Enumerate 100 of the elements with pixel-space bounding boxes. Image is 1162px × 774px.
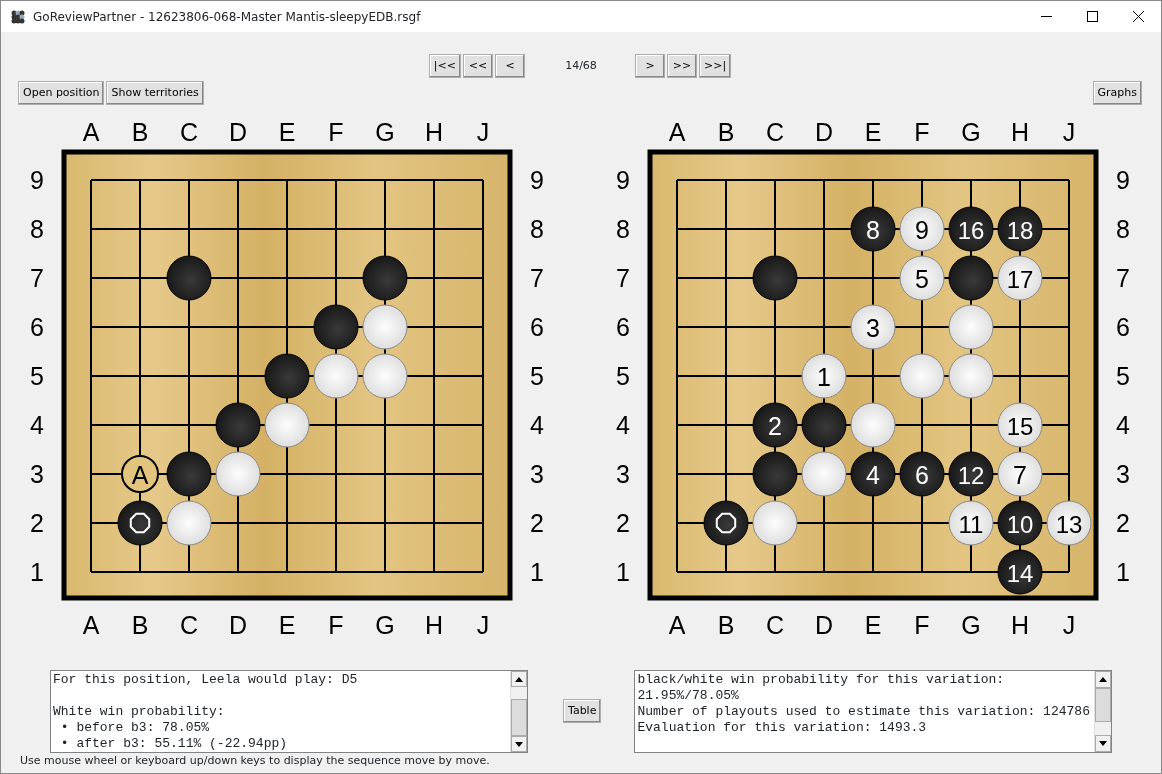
toolbar-button[interactable]: Show territories: [106, 81, 204, 105]
go-stone: [997, 402, 1043, 448]
app-icon: [11, 9, 25, 24]
nav-button[interactable]: >>: [667, 54, 697, 78]
go-stone: [899, 451, 945, 497]
column-label: D: [228, 611, 248, 639]
text-box[interactable]: black/white win probability for this variation: 21.95%/78.05% Number of playouts used to estimate this variation: 124786 Evaluation for this variation: 1493.3: [634, 670, 1113, 753]
row-label: 7: [616, 264, 630, 292]
go-stone: [948, 304, 994, 350]
column-label: H: [424, 118, 444, 146]
move-number: 13: [1055, 510, 1083, 538]
column-label: J: [476, 611, 490, 639]
row-label: 8: [30, 215, 44, 243]
go-stone: [117, 500, 163, 546]
move-number: 1: [817, 363, 831, 391]
go-stone: [752, 451, 798, 497]
row-label: 9: [530, 166, 544, 194]
move-number: 2: [768, 412, 782, 440]
row-label: 6: [30, 313, 44, 341]
column-label: F: [328, 611, 344, 639]
window-title: GoReviewPartner - 12623806-068-Master Mantis-sleepyEDB.rsgf: [33, 8, 421, 26]
nav-button[interactable]: |<<: [428, 54, 461, 78]
marker-label: A: [131, 461, 149, 489]
nav-button[interactable]: <: [495, 54, 525, 78]
column-label: F: [914, 611, 930, 639]
row-label: 9: [616, 166, 630, 194]
column-label: H: [1010, 118, 1030, 146]
row-label: 6: [530, 313, 544, 341]
move-number: 14: [1006, 559, 1034, 587]
go-stone: [948, 451, 994, 497]
column-label: J: [1062, 118, 1076, 146]
go-stone: [899, 206, 945, 252]
go-stone: [313, 304, 359, 350]
column-label: J: [1062, 611, 1076, 639]
go-stone: [997, 206, 1043, 252]
toolbar-button[interactable]: Open position: [18, 81, 105, 105]
move-number: 8: [866, 216, 880, 244]
scrollbar-thumb[interactable]: [511, 699, 527, 736]
row-label: 4: [30, 411, 44, 439]
nav-button[interactable]: >>|: [699, 54, 732, 78]
move-number: 11: [958, 510, 984, 538]
go-stone: [215, 451, 261, 497]
go-stone: [850, 402, 896, 448]
row-label: 1: [616, 558, 630, 586]
nav-button[interactable]: >: [635, 54, 665, 78]
scroll-up-icon[interactable]: [515, 676, 523, 682]
row-label: 9: [30, 166, 44, 194]
move-number: 10: [1006, 510, 1034, 538]
go-stone: [1046, 500, 1092, 546]
go-stone: [703, 500, 749, 546]
go-stone: [264, 353, 310, 399]
table-button[interactable]: Table: [563, 698, 602, 723]
column-label: H: [424, 611, 444, 639]
close-icon[interactable]: [1132, 11, 1144, 22]
row-label: 7: [1116, 264, 1130, 292]
maximize-icon[interactable]: [1086, 11, 1098, 22]
row-label: 5: [530, 362, 544, 390]
row-label: 5: [1116, 362, 1130, 390]
row-label: 1: [1116, 558, 1130, 586]
row-label: 2: [1116, 509, 1130, 537]
go-stone: [362, 255, 408, 301]
text-line: black/white win probability for this variation: 21.95%/78.05%: [637, 672, 1006, 704]
column-label: H: [1010, 611, 1030, 639]
row-label: 2: [30, 509, 44, 537]
go-stone: [850, 304, 896, 350]
column-label: J: [476, 118, 490, 146]
row-label: 5: [30, 362, 44, 390]
row-label: 3: [530, 460, 544, 488]
go-stone: [948, 255, 994, 301]
marker-circle: [121, 455, 159, 493]
go-stone: [166, 255, 212, 301]
row-label: 8: [616, 215, 630, 243]
go-stone: [899, 353, 945, 399]
row-label: 1: [30, 558, 44, 586]
row-label: 1: [530, 558, 544, 586]
go-stone: [166, 451, 212, 497]
scroll-up-icon[interactable]: [1099, 677, 1108, 682]
column-label: A: [668, 611, 686, 639]
text-line: For this position, Leela would play: D5: [53, 672, 359, 688]
column-label: G: [375, 611, 395, 639]
scroll-down-icon[interactable]: [1099, 741, 1108, 746]
column-label: D: [814, 611, 834, 639]
go-stone: [948, 353, 994, 399]
row-label: 8: [530, 215, 544, 243]
text-box[interactable]: For this position, Leela would play: D5 White win probability: • before b3: 78.05% • after b3: 55.11% (-22.94pp): [50, 670, 528, 753]
go-stone: [997, 451, 1043, 497]
column-label: E: [864, 611, 882, 639]
column-label: G: [961, 611, 981, 639]
text-line: Number of playouts used to estimate this variation: 124786: [637, 704, 1091, 720]
move-number: 5: [915, 265, 929, 293]
scroll-down-icon[interactable]: [515, 741, 523, 747]
graphs-button[interactable]: Graphs: [1092, 81, 1142, 105]
row-label: 6: [616, 313, 630, 341]
column-label: E: [278, 118, 296, 146]
scrollbar-thumb[interactable]: [1095, 688, 1112, 722]
text-line: White win probability:: [53, 704, 226, 720]
go-stone: [264, 402, 310, 448]
go-stone: [948, 500, 994, 546]
row-label: 4: [1116, 411, 1130, 439]
nav-button[interactable]: <<: [463, 54, 493, 78]
